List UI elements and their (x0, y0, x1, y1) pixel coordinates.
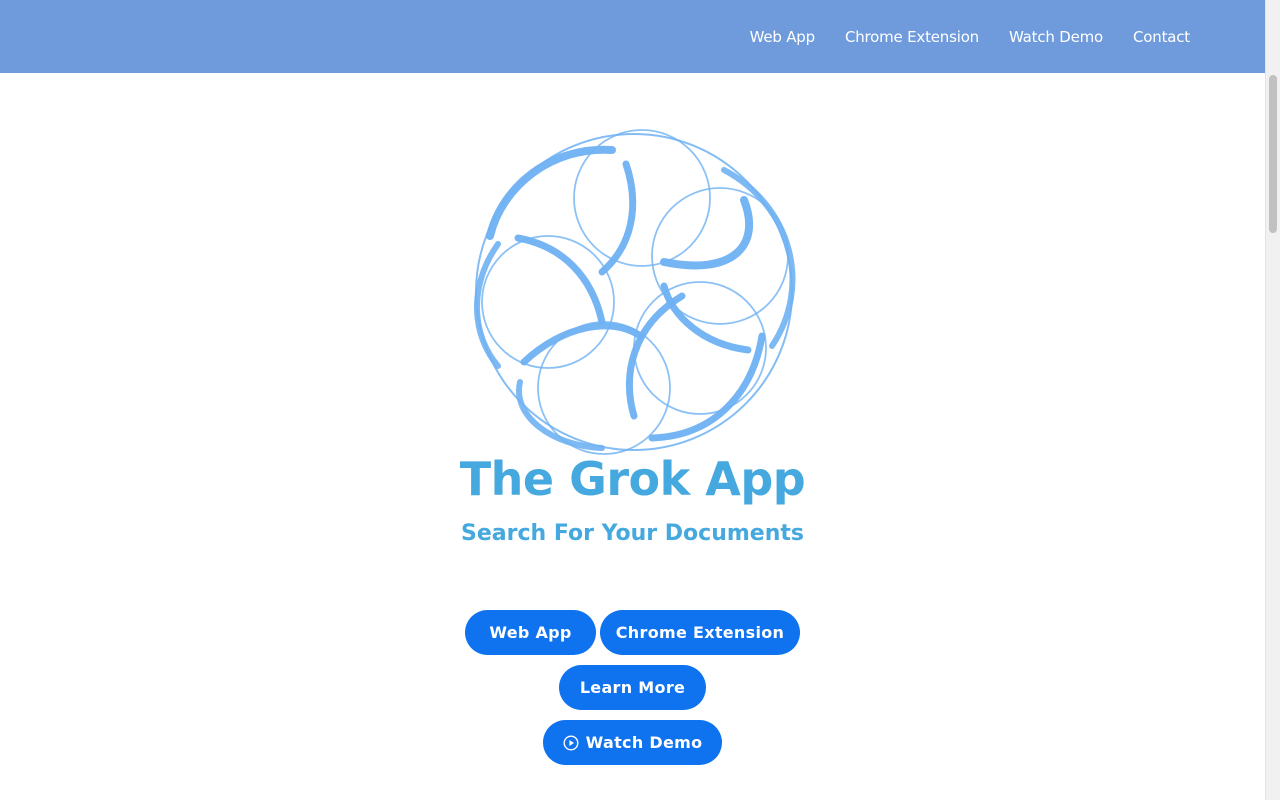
chrome-extension-button[interactable]: Chrome Extension (600, 610, 800, 655)
main-nav: Web App Chrome Extension Watch Demo Cont… (750, 0, 1191, 73)
nav-link-chrome-extension[interactable]: Chrome Extension (845, 28, 979, 46)
watch-demo-label: Watch Demo (585, 733, 703, 752)
scrollbar-thumb[interactable] (1269, 75, 1277, 233)
swirl-flower-logo-icon (474, 129, 796, 455)
nav-link-contact[interactable]: Contact (1133, 28, 1190, 46)
app-title: The Grok App (459, 452, 806, 506)
top-navigation-bar: Web App Chrome Extension Watch Demo Cont… (0, 0, 1265, 73)
web-app-button[interactable]: Web App (465, 610, 596, 655)
nav-link-web-app[interactable]: Web App (750, 28, 816, 46)
learn-more-button[interactable]: Learn More (559, 665, 706, 710)
vertical-scrollbar[interactable] (1265, 0, 1280, 800)
nav-link-watch-demo[interactable]: Watch Demo (1009, 28, 1103, 46)
play-circle-icon (563, 734, 579, 751)
watch-demo-button[interactable]: Watch Demo (543, 720, 722, 765)
app-subtitle: Search For Your Documents (461, 521, 804, 546)
page: Web App Chrome Extension Watch Demo Cont… (0, 0, 1265, 800)
